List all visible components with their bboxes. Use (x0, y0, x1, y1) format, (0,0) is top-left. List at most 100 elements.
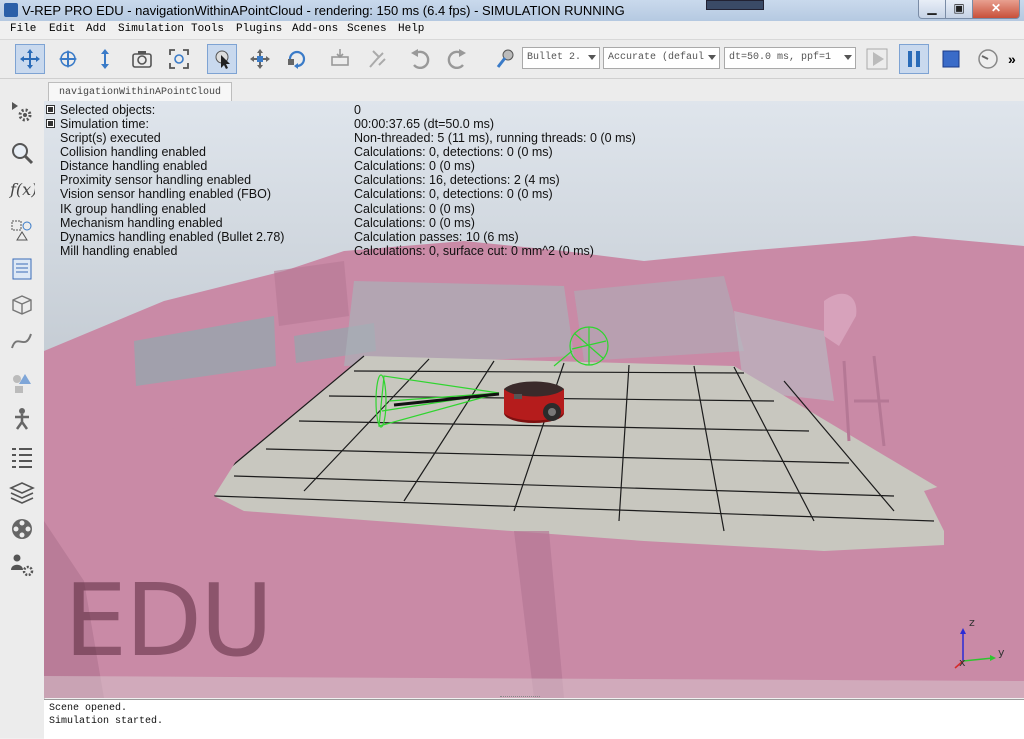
info-label: Collision handling enabled (60, 145, 206, 159)
menu-tools[interactable]: Tools (191, 23, 224, 35)
pointer-icon (215, 50, 230, 69)
start-simulation-button[interactable] (862, 44, 892, 74)
assemble-button[interactable] (325, 44, 355, 74)
fit-to-view-icon (169, 49, 189, 69)
info-label: Simulation time: (60, 117, 149, 131)
object-rotate-button[interactable] (282, 44, 312, 74)
path-icon (11, 333, 32, 349)
maximize-button[interactable]: ▣ (945, 0, 973, 19)
timestep-value: dt=50.0 ms, ppf=1 (729, 52, 832, 63)
menu-scenes[interactable]: Scenes (347, 23, 387, 35)
film-reel-icon (12, 519, 32, 539)
shapes-icon (11, 220, 32, 241)
simulation-settings-button[interactable] (8, 97, 36, 125)
info-value: Calculation passes: 10 (6 ms) (354, 230, 519, 244)
info-label: Dynamics handling enabled (Bullet 2.78) (60, 230, 285, 244)
play-icon (866, 48, 888, 70)
info-label: Mill handling enabled (60, 244, 178, 258)
rotate-object-icon (288, 50, 306, 69)
camera-shift-button[interactable] (90, 44, 120, 74)
stop-icon (942, 50, 960, 68)
svg-text:ƒ(x): ƒ(x) (9, 180, 35, 199)
info-value: Calculations: 0 (0 ms) (354, 202, 475, 216)
status-console[interactable]: Scene opened. Simulation started. (44, 699, 1024, 739)
collections-button[interactable] (8, 369, 36, 397)
realtime-button[interactable] (973, 44, 1003, 74)
axis-z-label: z (969, 616, 975, 629)
physics-engine-select[interactable]: Bullet 2. (522, 47, 600, 69)
stop-simulation-button[interactable] (936, 44, 966, 74)
menu-file[interactable]: File (10, 23, 36, 35)
tab-scene[interactable]: navigationWithinAPointCloud (48, 82, 233, 102)
user-preferences-button[interactable] (8, 551, 36, 579)
path-edit-button[interactable] (8, 327, 36, 355)
info-value: Calculations: 0, surface cut: 0 mm^2 (0 … (354, 244, 594, 258)
minimize-button[interactable]: ▁ (918, 0, 946, 19)
axis-x-label: x (959, 656, 966, 669)
timestep-select[interactable]: dt=50.0 ms, ppf=1 (724, 47, 856, 69)
accuracy-select[interactable]: Accurate (defaul (603, 47, 720, 69)
chevron-down-icon (844, 55, 852, 60)
clock-icon (978, 49, 998, 69)
info-label: Selected objects: (60, 103, 156, 117)
page-selector-button[interactable] (8, 255, 36, 283)
info-label: Distance handling enabled (60, 159, 208, 173)
collapse-toggle[interactable] (46, 105, 55, 114)
user-settings-button[interactable] (8, 405, 36, 433)
fit-view-button[interactable] (164, 44, 194, 74)
menu-plugins[interactable]: Plugins (236, 23, 282, 35)
document-icon (12, 258, 32, 280)
menu-bar: File Edit Add Simulation Tools Plugins A… (0, 21, 1024, 40)
robot-model (504, 381, 564, 423)
undo-button[interactable] (405, 44, 435, 74)
shape-edit-button[interactable] (8, 217, 36, 245)
collapse-toggle[interactable] (46, 119, 55, 128)
layers-icon (9, 482, 35, 504)
info-value: Calculations: 0 (0 ms) (354, 159, 475, 173)
info-value: 0 (354, 103, 361, 117)
select-button[interactable] (207, 44, 237, 74)
shift-icon (101, 49, 109, 69)
menu-simulation[interactable]: Simulation (118, 23, 184, 35)
user-gear-icon (11, 554, 34, 577)
camera-pan-button[interactable] (15, 44, 45, 74)
gear-icon (12, 102, 32, 122)
menu-edit[interactable]: Edit (49, 23, 75, 35)
toolbar-overflow-button[interactable]: » (1008, 51, 1016, 67)
redo-icon (447, 49, 466, 70)
object-shift-button[interactable] (245, 44, 275, 74)
console-line: Scene opened. (49, 703, 128, 714)
menu-addons[interactable]: Add-ons (292, 23, 338, 35)
scene-viewport[interactable]: Selected objects: 0 Simulation time: 00:… (44, 101, 1024, 698)
camera-rotate-button[interactable] (53, 44, 83, 74)
scene-hierarchy-button[interactable] (8, 139, 36, 167)
axis-y-label: y (998, 646, 1005, 659)
info-value: Calculations: 16, detections: 2 (4 ms) (354, 173, 560, 187)
left-toolbar: ƒ(x) (0, 79, 45, 738)
pause-simulation-button[interactable] (899, 44, 929, 74)
main-toolbar: » (0, 40, 1024, 79)
layers-list-button[interactable] (8, 443, 36, 471)
layers-button[interactable] (8, 479, 36, 507)
redo-button[interactable] (442, 44, 472, 74)
scene-tab-bar: navigationWithinAPointCloud (44, 79, 1024, 102)
engine-settings-button[interactable] (490, 44, 520, 74)
wrench-icon (496, 49, 514, 68)
menu-add[interactable]: Add (86, 23, 106, 35)
info-value: Calculations: 0, detections: 0 (0 ms) (354, 187, 553, 201)
move-object-icon (250, 49, 270, 69)
app-icon (4, 3, 18, 17)
transfer-dna-button[interactable] (362, 44, 392, 74)
menu-help[interactable]: Help (398, 23, 424, 35)
info-value: Calculations: 0 (0 ms) (354, 216, 475, 230)
close-button[interactable]: ✕ (972, 0, 1020, 19)
camera-angle-button[interactable] (127, 44, 157, 74)
objects-icon (13, 374, 31, 393)
rotate-icon (59, 50, 77, 68)
title-bar: V-REP PRO EDU - navigationWithinAPointCl… (0, 0, 1024, 22)
video-recorder-button[interactable] (8, 515, 36, 543)
info-label: Vision sensor handling enabled (FBO) (60, 187, 272, 201)
axes-gizmo: z y x (954, 616, 1005, 669)
model-browser-button[interactable] (8, 291, 36, 319)
scripts-button[interactable]: ƒ(x) (8, 175, 36, 203)
